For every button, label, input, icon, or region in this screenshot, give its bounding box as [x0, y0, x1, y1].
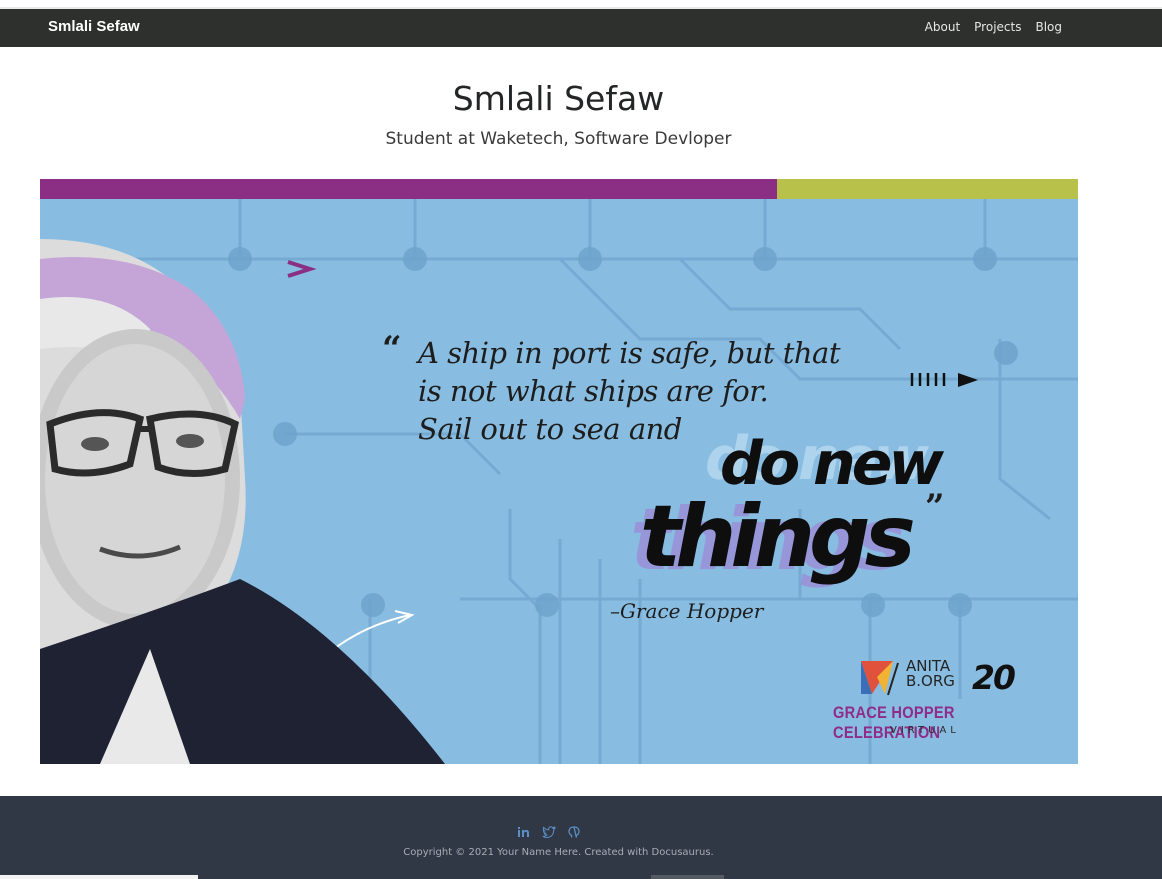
quote-close-mark: ” — [925, 487, 945, 527]
org-line: B.ORG — [906, 672, 955, 690]
browser-top-line — [0, 0, 1162, 9]
purple-bar — [40, 179, 777, 199]
github-icon[interactable] — [567, 823, 581, 838]
nav-link-blog[interactable]: Blog — [1035, 20, 1062, 34]
org-name: ANITA B.ORG — [906, 659, 955, 689]
anitab-logo-icon — [861, 661, 899, 696]
quote-highlight-things: things — [640, 487, 916, 587]
event-name: GRACE HOPPER CELEBRATION — [833, 703, 955, 742]
social-links — [517, 823, 581, 839]
nav-brand[interactable]: Smlali Sefaw — [48, 18, 140, 35]
quote-attribution: –Grace Hopper — [610, 599, 764, 623]
horizontal-scrollbar-thumb[interactable] — [651, 875, 724, 879]
chevron-decoration — [287, 260, 317, 278]
quote-open-mark: “ — [382, 329, 402, 369]
portrait-illustration — [40, 239, 445, 764]
grace-hopper-quote-image: do new things “ A ship in port is safe, … — [40, 179, 1078, 764]
nav-links: About Projects Blog — [925, 20, 1062, 34]
horizontal-scrollbar-track — [0, 875, 198, 879]
quote-line: A ship in port is safe, but that — [418, 336, 840, 370]
linkedin-icon[interactable] — [517, 823, 531, 837]
twitter-icon[interactable] — [542, 823, 557, 839]
navbar: Smlali Sefaw About Projects Blog — [0, 9, 1162, 47]
green-bar — [777, 179, 1078, 199]
anniversary-mark: 20 — [972, 658, 1016, 697]
hero-title: Smlali Sefaw — [452, 79, 665, 118]
nav-link-about[interactable]: About — [925, 20, 960, 34]
quote-line: is not what ships are for. — [418, 374, 769, 408]
footer: Copyright © 2021 Your Name Here. Created… — [0, 796, 1162, 879]
event-subtitle: VIRTUAL — [890, 725, 960, 736]
hero-subtitle: Student at Waketech, Software Devloper — [385, 129, 732, 149]
copyright-text: Copyright © 2021 Your Name Here. Created… — [403, 847, 714, 858]
nav-link-projects[interactable]: Projects — [974, 20, 1021, 34]
